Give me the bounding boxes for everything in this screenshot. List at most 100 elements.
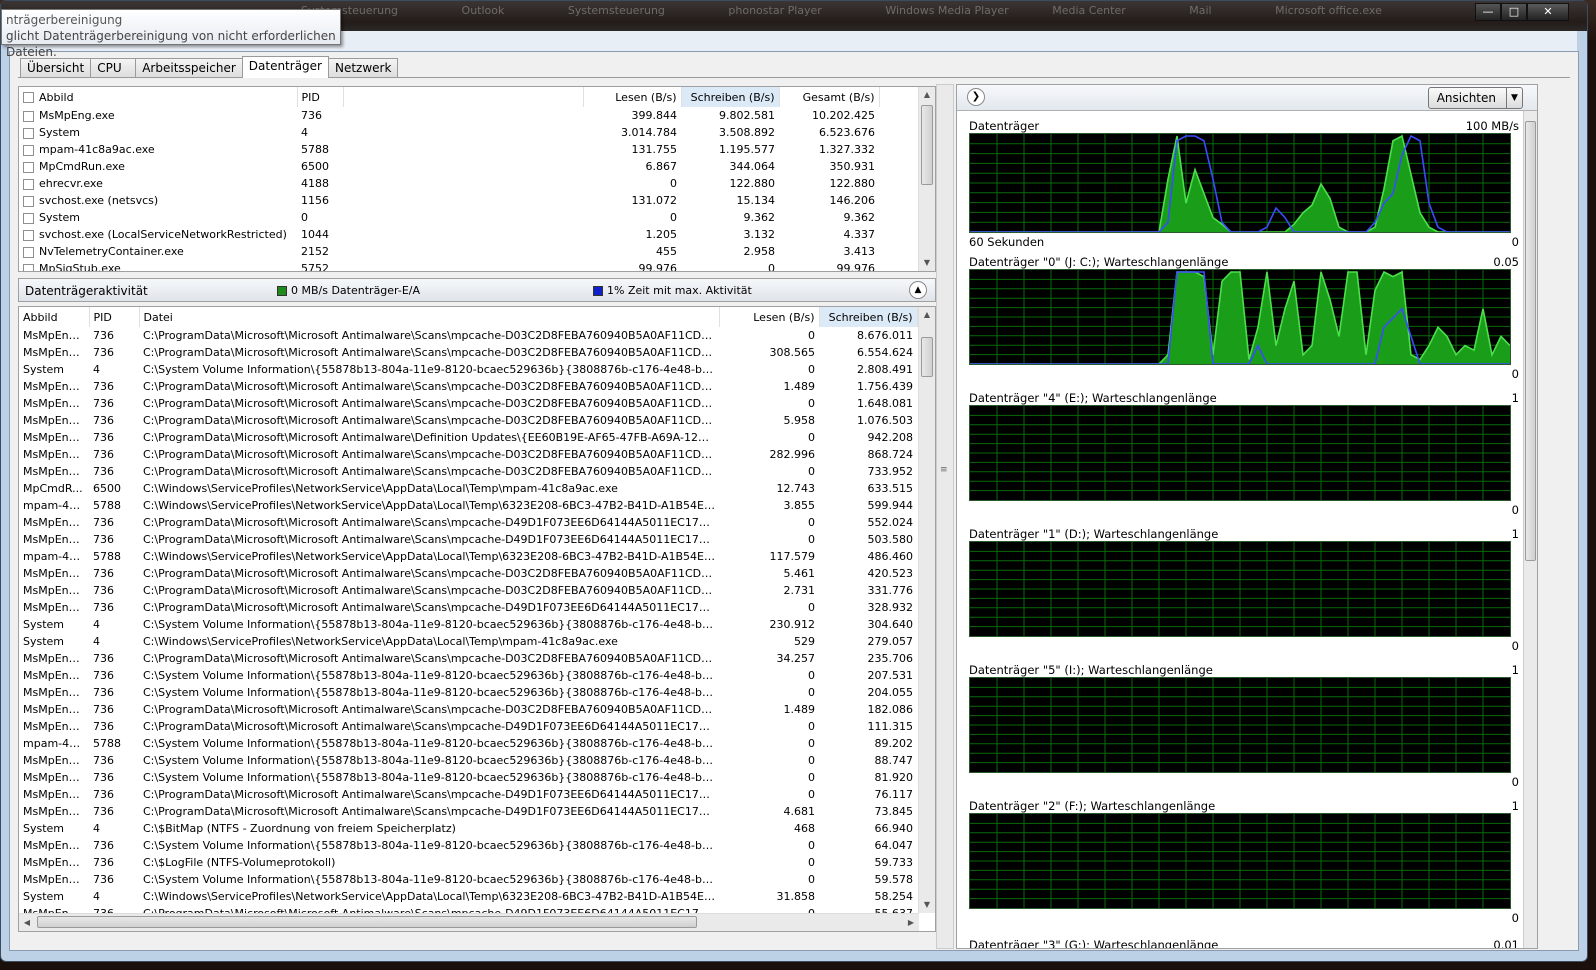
collapse-chevron-icon[interactable]: ▲ bbox=[909, 281, 927, 299]
table-row[interactable]: MsMpEng.exe 736 399.844 9.802.581 10.202.425 bbox=[19, 107, 935, 124]
tab-cpu[interactable]: CPU bbox=[90, 58, 137, 78]
table-row[interactable]: svchost.exe (netsvcs) 1156 131.072 15.134 14… bbox=[19, 192, 935, 209]
table-row[interactable]: mpam-41c... 5788 C:\Windows\ServiceProfile… bbox=[19, 548, 935, 565]
row-checkbox[interactable] bbox=[23, 110, 34, 122]
scroll-thumb[interactable] bbox=[1525, 121, 1536, 561]
table-row[interactable]: System 4 C:\$BitMap (NTFS - Zuordnung von … bbox=[19, 820, 935, 837]
table-row[interactable]: MsMpEng... 736 C:\ProgramData\Microsoft\Mi… bbox=[19, 327, 935, 344]
table-row[interactable]: MpCmdR... 6500 C:\Windows\ServiceProfiles\… bbox=[19, 480, 935, 497]
expand-arrow-icon[interactable]: ❯ bbox=[967, 88, 985, 106]
process-table-scrollbar[interactable]: ▲ ▼ bbox=[918, 87, 935, 271]
table-row[interactable]: MsMpEng... 736 C:\System Volume Informatio… bbox=[19, 769, 935, 786]
process-name-cell[interactable]: ehrecvr.exe bbox=[19, 175, 297, 192]
table-row[interactable]: MsMpEng... 736 C:\ProgramData\Microsoft\Mi… bbox=[19, 395, 935, 412]
activity-table-scrollbar[interactable]: ▲ ▼ bbox=[918, 307, 935, 913]
table-row[interactable]: svchost.exe (LocalServiceNetworkRestrict… bbox=[19, 226, 935, 243]
column-header-file[interactable]: Datei bbox=[139, 307, 720, 327]
table-row[interactable]: mpam-41c... 5788 C:\Windows\ServiceProfile… bbox=[19, 497, 935, 514]
table-row[interactable]: MsMpEng... 736 C:\ProgramData\Microsoft\Mi… bbox=[19, 463, 935, 480]
scroll-right-icon[interactable]: ▶ bbox=[903, 914, 919, 931]
table-row[interactable]: MsMpEng... 736 C:\ProgramData\Microsoft\Mi… bbox=[19, 531, 935, 548]
column-header-pid[interactable]: PID bbox=[89, 307, 140, 327]
column-header-image[interactable]: Abbild bbox=[19, 87, 298, 107]
table-row[interactable]: mpam-41c8a9ac.exe 5788 131.755 1.195.577 1.3… bbox=[19, 141, 935, 158]
table-row[interactable]: MsMpEng... 736 C:\ProgramData\Microsoft\Mi… bbox=[19, 429, 935, 446]
process-name-cell[interactable]: NvTelemetryContainer.exe bbox=[19, 243, 297, 260]
process-name-cell[interactable]: MpSigStub.exe bbox=[19, 260, 297, 271]
table-row[interactable]: MsMpEng... 736 C:\$LogFile (NTFS-Volumepro… bbox=[19, 854, 935, 871]
table-row[interactable]: MsMpEng... 736 C:\System Volume Informatio… bbox=[19, 752, 935, 769]
tab-overview[interactable]: Übersicht bbox=[20, 58, 92, 78]
table-row[interactable]: MsMpEng... 736 C:\ProgramData\Microsoft\Mi… bbox=[19, 701, 935, 718]
table-row[interactable]: MsMpEng... 736 C:\ProgramData\Microsoft\Mi… bbox=[19, 565, 935, 582]
row-checkbox[interactable] bbox=[23, 161, 34, 173]
table-row[interactable]: MsMpEng... 736 C:\ProgramData\Microsoft\Mi… bbox=[19, 599, 935, 616]
table-row[interactable]: System 4 C:\System Volume Information\{558… bbox=[19, 616, 935, 633]
table-row[interactable]: ehrecvr.exe 4188 0 122.880 122.880 bbox=[19, 175, 935, 192]
table-row[interactable]: System 4 3.014.784 3.508.892 6.523.676 bbox=[19, 124, 935, 141]
table-row[interactable]: MsMpEng... 736 C:\ProgramData\Microsoft\Mi… bbox=[19, 786, 935, 803]
tab-memory[interactable]: Arbeitsspeicher bbox=[135, 58, 243, 78]
column-header-write[interactable]: Schreiben (B/s) bbox=[819, 307, 918, 327]
chevron-down-icon[interactable]: ▼ bbox=[1506, 88, 1522, 108]
table-row[interactable]: MsMpEng... 736 C:\ProgramData\Microsoft\Mi… bbox=[19, 412, 935, 429]
column-header-total[interactable]: Gesamt (B/s) bbox=[779, 87, 880, 107]
process-name-cell[interactable]: mpam-41c8a9ac.exe bbox=[19, 141, 297, 158]
column-header-pid[interactable]: PID bbox=[297, 87, 344, 107]
row-checkbox[interactable] bbox=[23, 127, 34, 139]
table-row[interactable]: System 4 C:\Windows\ServiceProfiles\Networ… bbox=[19, 633, 935, 650]
close-button[interactable]: ✕ bbox=[1527, 3, 1569, 21]
scroll-up-icon[interactable]: ▲ bbox=[919, 307, 935, 323]
maximize-button[interactable]: □ bbox=[1501, 3, 1527, 21]
scroll-thumb[interactable] bbox=[921, 337, 933, 377]
column-header-read[interactable]: Lesen (B/s) bbox=[719, 307, 820, 327]
table-row[interactable]: MsMpEng... 736 C:\ProgramData\Microsoft\Mi… bbox=[19, 446, 935, 463]
column-header-write[interactable]: Schreiben (B/s) bbox=[681, 87, 780, 107]
table-row[interactable]: MsMpEng... 736 C:\ProgramData\Microsoft\Mi… bbox=[19, 718, 935, 735]
table-row[interactable]: MsMpEng... 736 C:\ProgramData\Microsoft\Mi… bbox=[19, 803, 935, 820]
scroll-thumb[interactable] bbox=[921, 105, 933, 185]
minimize-button[interactable]: — bbox=[1475, 3, 1501, 21]
activity-horizontal-scrollbar[interactable]: ◀ ▶ bbox=[19, 913, 919, 931]
row-checkbox[interactable] bbox=[23, 178, 34, 190]
row-checkbox[interactable] bbox=[23, 144, 34, 156]
table-row[interactable]: MsMpEng... 736 C:\System Volume Informatio… bbox=[19, 684, 935, 701]
table-row[interactable]: MpSigStub.exe 5752 99.976 0 99.976 bbox=[19, 260, 935, 271]
table-row[interactable]: mpam-41c... 5788 C:\System Volume Informat… bbox=[19, 735, 935, 752]
scroll-up-icon[interactable]: ▲ bbox=[919, 87, 935, 103]
column-header-image[interactable]: Abbild bbox=[19, 307, 90, 327]
table-row[interactable]: MpCmdRun.exe 6500 6.867 344.064 350.931 bbox=[19, 158, 935, 175]
left-pane-scrollbar[interactable]: ≡ bbox=[936, 84, 954, 949]
table-row[interactable]: MsMpEng... 736 C:\ProgramData\Microsoft\Mi… bbox=[19, 582, 935, 599]
row-checkbox[interactable] bbox=[23, 229, 34, 241]
row-checkbox[interactable] bbox=[23, 212, 34, 224]
select-all-checkbox[interactable] bbox=[23, 92, 34, 103]
table-row[interactable]: NvTelemetryContainer.exe 2152 455 2.958 3.41… bbox=[19, 243, 935, 260]
views-dropdown[interactable]: Ansichten ▼ bbox=[1427, 87, 1523, 109]
disk-activity-header[interactable]: Datenträgeraktivität 0 MB/s Datenträger-… bbox=[18, 278, 936, 302]
table-row[interactable]: MsMpEng... 736 C:\ProgramData\Microsoft\Mi… bbox=[19, 378, 935, 395]
scroll-thumb[interactable] bbox=[37, 916, 697, 928]
column-header-read[interactable]: Lesen (B/s) bbox=[583, 87, 682, 107]
scroll-down-icon[interactable]: ▼ bbox=[919, 897, 935, 913]
table-row[interactable]: MsMpEng... 736 C:\System Volume Informatio… bbox=[19, 837, 935, 854]
process-name-cell[interactable]: System bbox=[19, 209, 297, 226]
row-checkbox[interactable] bbox=[23, 195, 34, 207]
table-row[interactable]: MsMpEng... 736 C:\ProgramData\Microsoft\Mi… bbox=[19, 344, 935, 361]
table-row[interactable]: MsMpEng... 736 C:\System Volume Informatio… bbox=[19, 667, 935, 684]
table-row[interactable]: MsMpEng... 736 C:\ProgramData\Microsoft\Mi… bbox=[19, 650, 935, 667]
process-name-cell[interactable]: MsMpEng.exe bbox=[19, 107, 297, 124]
row-checkbox[interactable] bbox=[23, 246, 34, 258]
process-name-cell[interactable]: System bbox=[19, 124, 297, 141]
scroll-left-icon[interactable]: ◀ bbox=[19, 914, 35, 931]
table-row[interactable]: System 4 C:\Windows\ServiceProfiles\Networ… bbox=[19, 888, 935, 905]
table-row[interactable]: MsMpEng... 736 C:\ProgramData\Microsoft\Mi… bbox=[19, 514, 935, 531]
row-checkbox[interactable] bbox=[23, 263, 34, 271]
tab-network[interactable]: Netzwerk bbox=[327, 58, 399, 78]
graphs-scrollbar[interactable] bbox=[1523, 111, 1537, 948]
scroll-down-icon[interactable]: ▼ bbox=[919, 255, 935, 271]
process-name-cell[interactable]: svchost.exe (netsvcs) bbox=[19, 192, 297, 209]
table-row[interactable]: System 4 C:\System Volume Information\{558… bbox=[19, 361, 935, 378]
process-name-cell[interactable]: svchost.exe (LocalServiceNetworkRestrict… bbox=[19, 226, 297, 243]
table-row[interactable]: System 0 0 9.362 9.362 bbox=[19, 209, 935, 226]
